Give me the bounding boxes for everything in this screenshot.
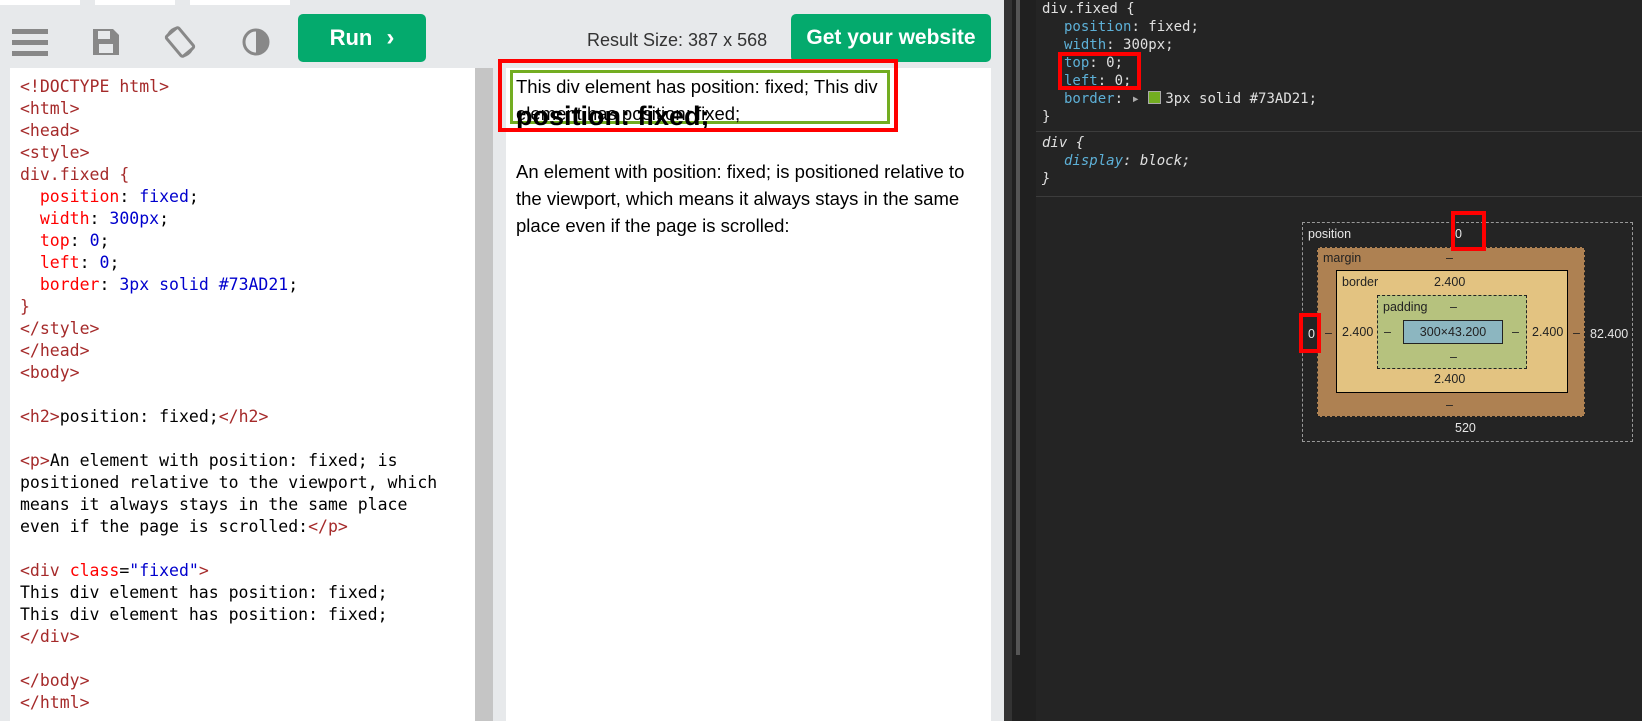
get-your-website-button[interactable]: Get your website [791,14,991,62]
margin-top[interactable]: – [1446,251,1453,265]
box-model-border: border 2.400 2.400 2.400 2.400 padding –… [1336,270,1568,393]
border-bottom[interactable]: 2.400 [1434,372,1465,386]
code-line[interactable]: positioned relative to the viewport, whi… [20,473,437,492]
code-line[interactable]: <!DOCTYPE html> [20,77,169,96]
result-paragraph: An element with position: fixed; is posi… [516,161,965,236]
code-line[interactable]: top: 0; [20,231,110,250]
editor-scrollbar[interactable] [475,68,493,721]
code-editor[interactable]: <!DOCTYPE html> <html> <head> <style> di… [10,68,475,721]
position-left[interactable]: 0 [1308,327,1315,341]
toolbar: Run › Result Size: 387 x 568 Get your we… [0,0,1004,64]
color-swatch [1148,91,1162,104]
contrast-icon[interactable] [238,24,274,60]
box-model-position: position 0 0 82.400 520 margin – – – – b… [1302,222,1633,442]
prop-border[interactable]: border: ▸ 3px solid #73AD21; [1064,90,1317,108]
code-line[interactable]: </head> [20,341,90,360]
padding-bottom[interactable]: – [1450,350,1457,364]
border-left[interactable]: 2.400 [1342,325,1373,339]
padding-right[interactable]: – [1512,325,1519,339]
chevron-right-icon: › [386,24,395,51]
padding-label: padding [1383,300,1428,314]
prop-position[interactable]: position: fixed; [1064,18,1199,36]
border-label: border [1342,275,1379,289]
expand-arrow-icon: ▸ [1131,91,1140,107]
prop-left[interactable]: left: 0; [1064,72,1131,90]
result-size: Result Size: 387 x 568 [587,30,768,50]
box-model-content[interactable]: 300×43.200 [1403,320,1503,344]
devtools-elements-strip [1004,0,1036,721]
position-top[interactable]: 0 [1455,227,1462,241]
code-line[interactable]: This div element has position: fixed; [20,583,388,602]
code-line[interactable]: This div element has position: fixed; [20,605,388,624]
margin-bottom[interactable]: – [1446,398,1453,412]
code-line[interactable]: <p>An element with position: fixed; is [20,451,398,470]
code-line[interactable]: left: 0; [20,253,120,272]
save-icon[interactable] [88,24,124,60]
position-right[interactable]: 82.400 [1590,327,1628,341]
rule-divider [1036,131,1642,132]
result-heading: position: fixed; [516,101,710,131]
padding-left[interactable]: – [1384,325,1391,339]
padding-top[interactable]: – [1450,300,1457,314]
rule2-selector: div { [1042,135,1085,151]
code-line[interactable]: </div> [20,627,80,646]
run-label: Run [329,25,373,50]
scrollbar-thumb[interactable] [475,68,493,721]
prop-display[interactable]: display: block; [1064,152,1190,170]
code-line[interactable]: <style> [20,143,90,162]
code-line[interactable]: <body> [20,363,80,382]
code-line[interactable]: width: 300px; [20,209,169,228]
code-line[interactable]: </html> [20,693,90,712]
border-top[interactable]: 2.400 [1434,275,1465,289]
code-line[interactable]: <html> [20,99,80,118]
elements-gutter [1004,0,1012,721]
elements-scrollbar[interactable] [1016,0,1020,655]
code-line[interactable]: } [20,297,30,316]
code-line[interactable]: <head> [20,121,80,140]
code-line[interactable]: position: fixed; [20,187,199,206]
code-line[interactable]: </style> [20,319,99,338]
code-line[interactable]: <h2>position: fixed;</h2> [20,407,268,426]
border-right[interactable]: 2.400 [1532,325,1563,339]
margin-label: margin [1323,251,1362,265]
box-model-margin: margin – – – – border 2.400 2.400 2.400 … [1317,247,1585,417]
prop-width[interactable]: width: 300px; [1064,36,1174,54]
code-line[interactable]: <div class="fixed"> [20,561,209,580]
code-line[interactable]: div.fixed { [20,165,129,184]
code-line[interactable]: means it always stays in the same place [20,495,407,514]
code-line[interactable]: border: 3px solid #73AD21; [20,275,298,294]
prop-top[interactable]: top: 0; [1064,54,1123,72]
code-line[interactable]: </body> [20,671,90,690]
position-label: position [1308,227,1352,241]
margin-left[interactable]: – [1325,326,1332,340]
margin-right[interactable]: – [1573,326,1580,340]
rule-divider-2 [1036,196,1642,197]
menu-icon[interactable] [12,24,48,60]
box-model-padding: padding – – – – 300×43.200 [1377,295,1527,369]
position-bottom[interactable]: 520 [1455,421,1476,435]
rotate-icon[interactable] [162,24,198,60]
rule-close: } [1042,109,1051,125]
tab-strip [0,0,300,8]
result-frame: This div element has position: fixed; Th… [506,68,991,721]
code-content[interactable]: <!DOCTYPE html> <html> <head> <style> di… [20,76,437,714]
run-button[interactable]: Run › [298,14,426,62]
code-line[interactable]: even if the page is scrolled:</p> [20,517,348,536]
rule2-close: } [1042,171,1051,187]
style-rule-div: div { display: block; } [1042,134,1190,224]
rule-selector: div.fixed { [1042,1,1135,17]
